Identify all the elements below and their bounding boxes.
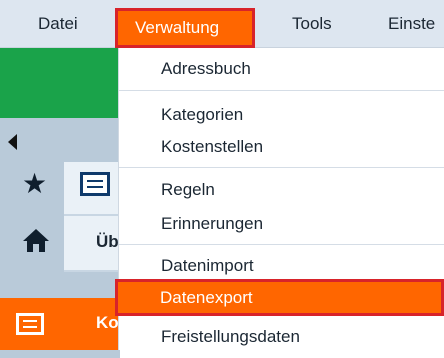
home-icon[interactable]	[22, 226, 50, 254]
collapse-arrow-icon[interactable]	[8, 134, 17, 150]
document-icon[interactable]	[80, 172, 110, 196]
menu-datei[interactable]: Datei	[38, 0, 78, 48]
menu-separator	[119, 90, 444, 91]
overview-label[interactable]: Üb	[96, 232, 120, 252]
menu-separator	[119, 244, 444, 245]
menu-tools[interactable]: Tools	[292, 0, 332, 48]
menu-verwaltung[interactable]: Verwaltung	[115, 8, 255, 48]
menu-item-kostenstellen[interactable]: Kostenstellen	[119, 128, 444, 166]
menu-item-freistellungsdaten[interactable]: Freistellungsdaten	[119, 318, 444, 356]
menu-item-erinnerungen[interactable]: Erinnerungen	[119, 205, 444, 243]
menu-item-datenexport[interactable]: Datenexport	[115, 279, 444, 316]
active-sidebar-label: Ko	[96, 313, 119, 332]
menu-item-adressbuch[interactable]: Adressbuch	[119, 50, 444, 88]
menu-item-regeln[interactable]: Regeln	[119, 171, 444, 209]
star-icon[interactable]: ★	[22, 170, 47, 198]
menu-separator	[119, 167, 444, 168]
document-icon	[16, 313, 44, 335]
menu-einstellungen[interactable]: Einste	[388, 0, 435, 48]
header-band	[0, 48, 120, 118]
